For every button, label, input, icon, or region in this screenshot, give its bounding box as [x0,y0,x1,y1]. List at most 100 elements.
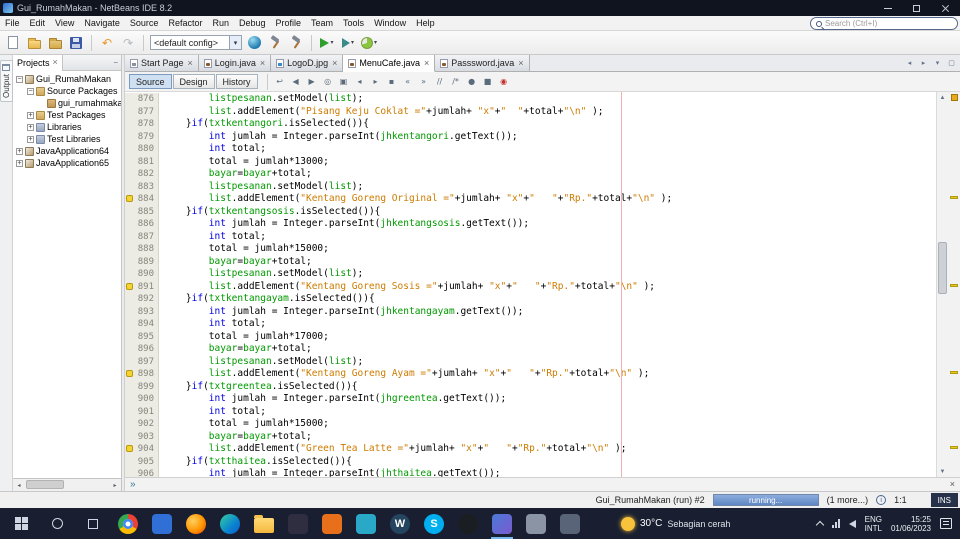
deploy-button[interactable] [245,34,263,52]
expand-icon[interactable]: + [16,147,23,155]
quick-search[interactable] [810,17,958,30]
code-line[interactable]: 883 listpesanan.setModel(list); [125,180,960,193]
last-edit-icon[interactable]: ↩ [273,75,287,89]
code-line[interactable]: 901 int total; [125,405,960,418]
view-history-button[interactable]: History [215,74,258,89]
code-line[interactable]: 896 bayar=bayar+total; [125,343,960,356]
menu-navigate[interactable]: Navigate [79,18,125,28]
code-line[interactable]: 891 list.addElement("Kentang Goreng Sosi… [125,280,960,293]
tree-item-source-packages[interactable]: − Source Packages [13,85,121,97]
code-line[interactable]: 898 list.addElement("Kentang Goreng Ayam… [125,368,960,381]
dark-app-taskbar-button[interactable] [281,508,315,539]
code-line[interactable]: 900 int jumlah = Integer.parseInt(jhgree… [125,393,960,406]
volume-icon[interactable] [848,519,856,528]
blue-app-taskbar-button[interactable] [145,508,179,539]
weather-widget[interactable]: 30°C Sebagian cerah [613,516,738,531]
code-line[interactable]: 889 bayar=bayar+total; [125,255,960,268]
close-icon[interactable]: × [950,480,955,489]
run-project-button[interactable]: ▾ [318,34,336,52]
tree-item-javaapplication64[interactable]: + JavaApplication64 [13,145,121,157]
menu-source[interactable]: Source [125,18,164,28]
skype-taskbar-button[interactable]: S [417,508,451,539]
shift-left-icon[interactable]: « [401,75,415,89]
menu-file[interactable]: File [0,18,25,28]
clock[interactable]: 15:25 01/06/2023 [891,515,931,533]
code-line[interactable]: 887 int total; [125,230,960,243]
code-line[interactable]: 895 total = jumlah*17000; [125,330,960,343]
firefox-taskbar-button[interactable] [179,508,213,539]
find-selection-icon[interactable]: ◎ [321,75,335,89]
comment-icon[interactable]: // [433,75,447,89]
warning-stripe-mark[interactable] [950,446,958,449]
projects-hscrollbar[interactable]: ◂ ▸ [13,478,121,491]
start-button[interactable] [3,508,39,539]
close-tab-icon[interactable]: × [424,58,429,68]
task-view-button[interactable] [75,508,111,539]
tab-start-page[interactable]: Start Page × [125,55,199,72]
code-line[interactable]: 894 int total; [125,318,960,331]
view-source-button[interactable]: Source [129,74,172,89]
tab-login-java[interactable]: Login.java × [198,55,272,72]
close-tab-icon[interactable]: × [518,58,523,68]
debug-project-button[interactable]: ▾ [339,34,357,52]
build-project-button[interactable] [266,34,284,52]
code-line[interactable]: 880 int total; [125,143,960,156]
menu-run[interactable]: Run [207,18,234,28]
scroll-tabs-left-icon[interactable]: ◂ [903,57,916,70]
hscroll-track[interactable] [25,479,109,491]
breadcrumb-chevron-icon[interactable]: » [130,479,136,490]
expand-icon[interactable]: + [27,135,34,143]
menu-view[interactable]: View [50,18,79,28]
toggle-bookmark-icon[interactable]: ▪ [385,75,399,89]
code-line[interactable]: 890 listpesanan.setModel(list); [125,268,960,281]
tree-item-gui-rumahmakan[interactable]: gui_rumahmakan [13,97,121,109]
scroll-up-icon[interactable]: ▲ [937,92,948,103]
code-line[interactable]: 879 int jumlah = Integer.parseInt(jhkent… [125,130,960,143]
code-editor[interactable]: 876 listpesanan.setModel(list); 877 list.… [125,92,960,477]
scroll-down-icon[interactable]: ▼ [937,466,948,477]
save-all-button[interactable] [67,34,85,52]
code-line[interactable]: 886 int jumlah = Integer.parseInt(jhkent… [125,218,960,231]
code-line[interactable]: 897 listpesanan.setModel(list); [125,355,960,368]
scroll-right-icon[interactable]: ▸ [109,479,121,491]
more-processes-button[interactable]: (1 more...) [827,495,869,505]
code-line[interactable]: 876 listpesanan.setModel(list); [125,93,960,106]
warning-stripe-mark[interactable] [950,283,958,287]
tab-list-icon[interactable]: ▾ [931,57,944,70]
menu-team[interactable]: Team [306,18,338,28]
start-macro-icon[interactable]: ● [465,75,479,89]
code-line[interactable]: 902 total = jumlah*15000; [125,418,960,431]
clean-build-button[interactable] [287,34,305,52]
editor-vscrollbar[interactable]: ▲ ▼ [936,92,948,477]
code-line[interactable]: 888 total = jumlah*15000; [125,243,960,256]
view-design-button[interactable]: Design [172,74,215,89]
toggle-breakpoint-icon[interactable]: ◉ [497,75,511,89]
menu-tools[interactable]: Tools [338,18,369,28]
progress-bar[interactable]: running... [712,494,819,506]
minimize-button[interactable] [873,0,902,16]
projects-tab[interactable]: Projects × [13,54,63,71]
minimize-group-icon[interactable]: − [113,58,118,67]
forward-icon[interactable]: ▶ [305,75,319,89]
language-indicator[interactable]: ENG INTL [865,515,882,533]
code-line[interactable]: 882 bayar=bayar+total; [125,168,960,181]
vscroll-thumb[interactable] [938,242,947,294]
menu-help[interactable]: Help [411,18,440,28]
close-tab-icon[interactable]: × [260,58,265,68]
collapse-icon[interactable]: − [16,75,23,83]
tab-logod-jpg[interactable]: LogoD.jpg × [271,55,344,72]
chevron-down-icon[interactable]: ▾ [374,39,377,46]
github-taskbar-button[interactable] [451,508,485,539]
edge-taskbar-button[interactable] [213,508,247,539]
title-bar[interactable]: Gui_RumahMakan - NetBeans IDE 8.2 [0,0,960,16]
close-button[interactable] [931,0,960,16]
code-line[interactable]: 881 total = jumlah*13000; [125,155,960,168]
code-line[interactable]: 905 }if(txtthaitea.isSelected()){ [125,455,960,468]
open-project-button[interactable] [46,34,64,52]
teal-app-taskbar-button[interactable] [349,508,383,539]
slate-app-taskbar-button[interactable] [553,508,587,539]
code-line[interactable]: 884 list.addElement("Kentang Goreng Orig… [125,193,960,206]
hscroll-thumb[interactable] [26,480,64,489]
previous-bookmark-icon[interactable]: ◂ [353,75,367,89]
undo-button[interactable]: ↶ [98,34,116,52]
